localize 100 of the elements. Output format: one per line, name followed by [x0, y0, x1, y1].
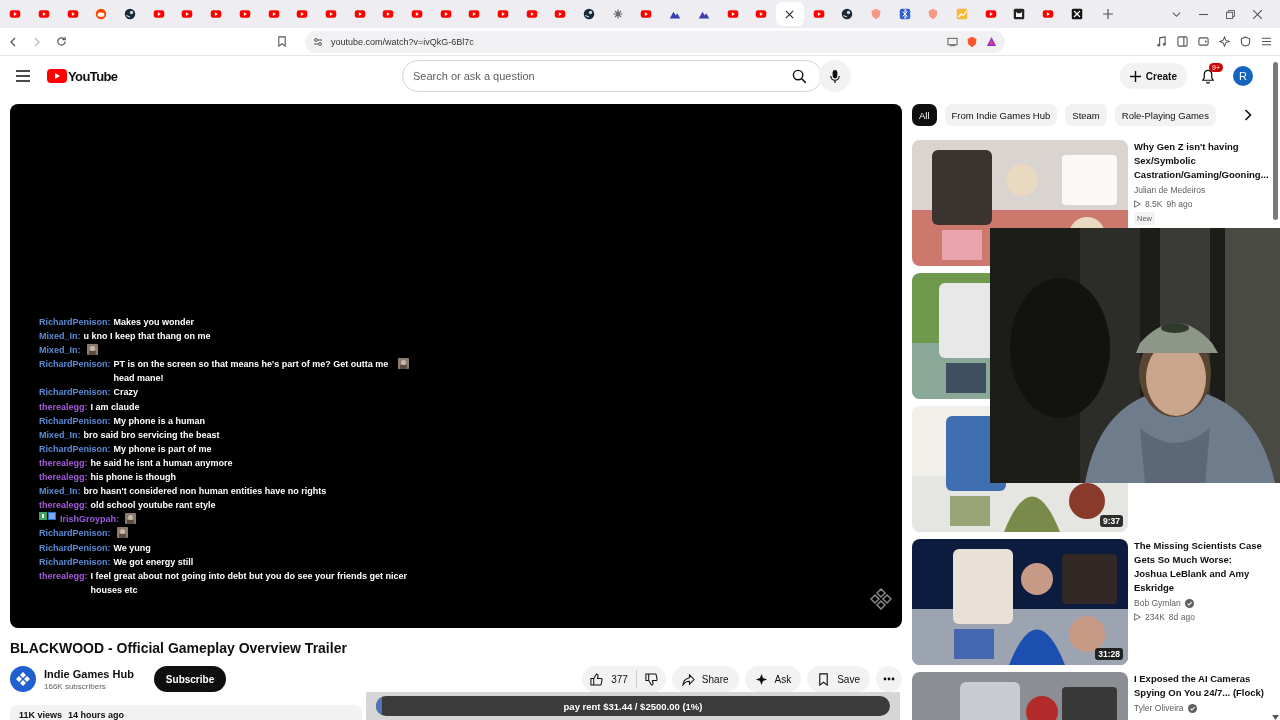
filter-chip[interactable]: All — [912, 104, 937, 126]
play-logo-icon — [38, 8, 51, 20]
subscribe-button[interactable]: Subscribe — [153, 666, 227, 692]
grid-icon[interactable] — [870, 588, 892, 610]
dislike-button[interactable] — [644, 672, 658, 686]
video-title: BLACKWOOD - Official Gameplay Overview Trailer — [10, 640, 348, 656]
filter-chip[interactable]: From Indie Games Hub — [944, 104, 1058, 126]
sparkle-icon — [754, 672, 768, 686]
channel-name[interactable]: Indie Games Hub — [44, 667, 134, 680]
play-logo-icon — [812, 8, 825, 20]
shield-icon — [869, 8, 882, 20]
bookmark-icon — [817, 672, 831, 686]
chat-message: My phone is part of me — [113, 442, 212, 456]
play-logo-icon — [238, 8, 251, 20]
play-icon — [1134, 613, 1141, 621]
sidebar-icon[interactable] — [1177, 36, 1188, 47]
chat-username: RichardPenison: — [39, 386, 111, 400]
play-logo-icon — [468, 8, 481, 20]
circle-logo-icon — [124, 8, 137, 20]
video-title[interactable]: The Missing Scientists Case Gets So Much Worse: Joshua LeBlank and Amy Eskridge — [1134, 539, 1266, 595]
shield-icon[interactable] — [1240, 36, 1251, 47]
play-logo-icon — [497, 8, 510, 20]
ask-button[interactable]: Ask — [744, 666, 802, 692]
filter-chip[interactable]: Role-Playing Games — [1114, 104, 1216, 126]
circle-logo-icon — [841, 8, 854, 20]
chat-username: Mixed_In: — [39, 485, 81, 499]
cat-icon — [1013, 8, 1026, 20]
video-title[interactable]: Why Gen Z isn't having Sex/Symbolic Castration/Gaming/Gooning... — [1134, 140, 1266, 182]
channel-name[interactable]: Bob Gymlan — [1134, 598, 1181, 608]
chat-username: Mixed_In: — [39, 330, 81, 344]
scrollbar-thumb[interactable] — [1272, 62, 1278, 220]
chat-message: old school youtube rant style — [90, 499, 216, 513]
wallet-icon[interactable] — [1198, 36, 1209, 47]
bell-icon[interactable] — [1201, 68, 1215, 84]
view-count: 11K views — [19, 710, 63, 720]
close-icon[interactable] — [1253, 9, 1262, 19]
menu-icon[interactable] — [1261, 36, 1272, 47]
back-icon[interactable] — [8, 36, 18, 47]
play-logo-icon — [640, 8, 653, 20]
video-title[interactable]: I Exposed the AI Cameras Spying On You 24/7... (Flock) — [1134, 672, 1266, 700]
play-logo-icon — [152, 8, 165, 20]
chat-message: I am claude — [90, 400, 140, 414]
close-icon — [785, 9, 795, 19]
chevron-down-icon[interactable] — [1172, 9, 1181, 19]
create-button[interactable]: Create — [1119, 63, 1187, 89]
play-logo-icon — [382, 8, 395, 20]
chat-username: therealegg: — [39, 499, 88, 513]
chat-username: Mixed_In: — [39, 344, 81, 358]
subscriber-count: 166K subscribers — [44, 681, 107, 691]
reload-icon[interactable] — [56, 36, 67, 47]
asterisk-icon — [611, 8, 624, 20]
scroll-down-icon[interactable] — [1271, 715, 1279, 720]
play-logo-icon — [439, 8, 452, 20]
view-count: 8.5K — [1145, 199, 1163, 209]
play-logo-icon[interactable] — [47, 69, 67, 83]
like-button[interactable]: 377 — [590, 672, 628, 686]
logo-text[interactable]: YouTube — [68, 68, 118, 84]
restore-icon[interactable] — [1226, 9, 1235, 19]
video-player[interactable] — [10, 104, 902, 628]
share-button[interactable]: Share — [671, 666, 739, 692]
menu-icon[interactable] — [16, 70, 30, 82]
thumbs-up-icon — [590, 672, 604, 686]
triangle-icon[interactable] — [986, 36, 997, 47]
microphone-icon — [829, 68, 841, 84]
channel-avatar[interactable] — [10, 666, 36, 692]
chat-username: RichardPenison: — [39, 442, 111, 456]
microphone-button[interactable] — [819, 60, 851, 92]
search-field[interactable]: Search or ask a question — [402, 60, 822, 92]
play-logo-icon — [66, 8, 79, 20]
description-panel[interactable]: 11K views 14 hours ago — [10, 705, 362, 720]
cast-icon[interactable] — [947, 36, 958, 47]
filter-chip[interactable]: Steam — [1065, 104, 1107, 126]
chat-message: u kno I keep that thang on me — [83, 330, 211, 344]
music-note-icon[interactable] — [1156, 36, 1167, 47]
chat-username: RichardPenison: — [39, 527, 111, 541]
chat-username: therealegg: — [39, 569, 88, 583]
play-logo-icon — [9, 8, 22, 20]
upload-age: 14 hours ago — [68, 710, 125, 720]
sparkle-icon[interactable] — [1219, 36, 1230, 47]
play-logo-icon — [726, 8, 739, 20]
channel-name[interactable]: Julian de Medeiros — [1134, 185, 1206, 195]
goal-text: pay rent $31.44 / $2500.00 (1%) — [563, 700, 703, 712]
lion-shield-icon[interactable] — [966, 35, 978, 48]
site-settings-icon[interactable] — [313, 36, 323, 47]
save-button[interactable]: Save — [807, 666, 870, 692]
chat-username: RichardPenison: — [39, 316, 111, 329]
video-duration: 31:28 — [1095, 648, 1123, 660]
more-button[interactable] — [876, 666, 902, 692]
next-button[interactable] — [1244, 109, 1252, 121]
channel-name[interactable]: Tyler Oliveira — [1134, 703, 1184, 713]
bluetooth-icon — [898, 8, 911, 20]
bookmark-icon[interactable] — [277, 36, 287, 47]
chat-message: We got energy still — [113, 555, 194, 569]
avatar[interactable]: R — [1233, 66, 1253, 86]
address-field[interactable]: youtube.com/watch?v=ivQkG-6Bl7c — [305, 30, 1005, 53]
video-duration: 9:37 — [1100, 515, 1123, 527]
play-icon — [1134, 200, 1141, 208]
chat-message: he said he isnt a human anymore — [90, 456, 233, 470]
new-tab-icon[interactable] — [1103, 9, 1114, 19]
more-icon — [883, 677, 895, 681]
